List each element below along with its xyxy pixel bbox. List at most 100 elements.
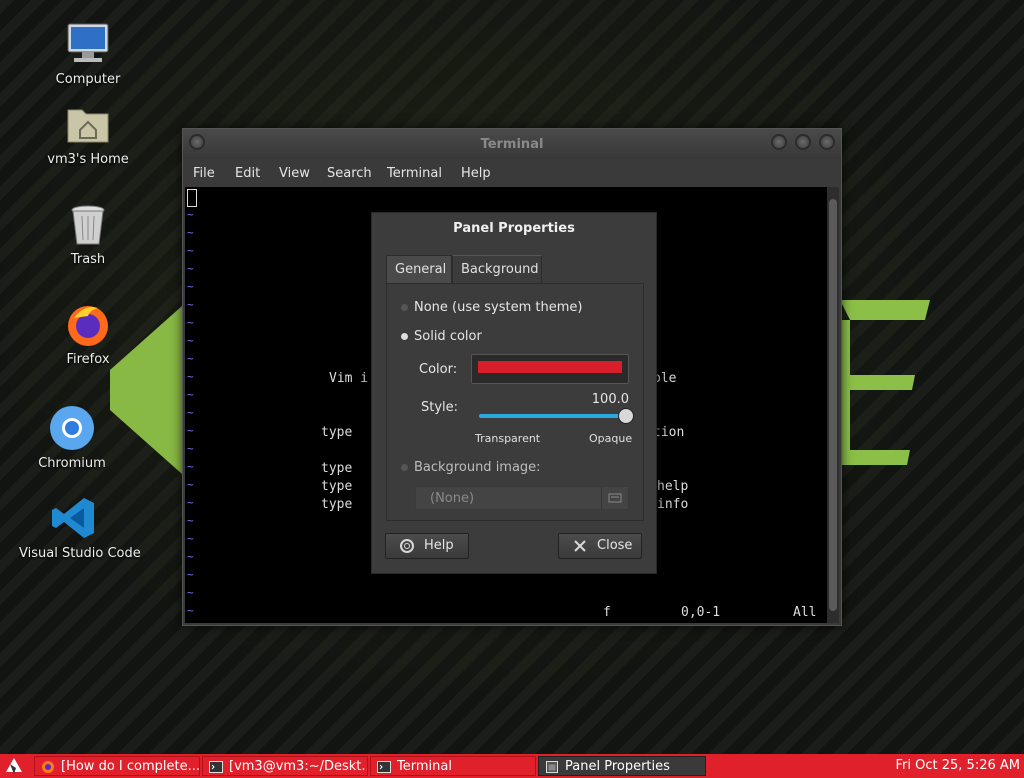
desktop-icon-firefox[interactable]: Firefox <box>33 300 143 367</box>
vim-intro-line: type <box>321 461 353 476</box>
menu-search[interactable]: Search <box>327 166 372 181</box>
radio-background-image[interactable]: Background image: <box>401 460 541 475</box>
vim-intro-line-end: info <box>657 497 689 512</box>
taskbar-item-terminal-session[interactable]: [vm3@vm3:~/Deskt... <box>202 756 368 776</box>
maximize-button[interactable] <box>795 134 811 150</box>
close-button[interactable]: Close <box>558 533 642 559</box>
vim-intro-line: type <box>321 497 353 512</box>
vim-tilde: ~ <box>187 424 194 437</box>
close-window-button[interactable] <box>819 134 835 150</box>
scrollbar-thumb[interactable] <box>829 199 837 611</box>
menu-terminal[interactable]: Terminal <box>387 166 442 181</box>
color-label: Color: <box>419 362 458 377</box>
radio-solid-color[interactable]: Solid color <box>401 329 482 344</box>
style-label: Style: <box>421 400 459 415</box>
desktop-icon-label: Visual Studio Code <box>19 546 141 561</box>
vim-tilde: ~ <box>187 496 194 509</box>
radio-label: None (use system theme) <box>414 300 583 315</box>
taskbar-item-label: [How do I complete... <box>61 759 200 774</box>
slider-min-label: Transparent <box>475 432 541 445</box>
help-button[interactable]: Help <box>385 533 469 559</box>
vim-tilde: ~ <box>187 370 194 383</box>
trash-icon <box>71 205 105 245</box>
vim-tilde: ~ <box>187 442 194 455</box>
window-icon <box>546 761 558 773</box>
radio-none-system-theme[interactable]: None (use system theme) <box>401 300 582 315</box>
main-menu-icon[interactable] <box>4 756 24 776</box>
file-chooser-value: (None) <box>430 491 475 506</box>
desktop-icon-chromium[interactable]: Chromium <box>17 404 127 471</box>
vim-tilde: ~ <box>187 352 194 365</box>
terminal-menubar: File Edit View Search Terminal Help <box>183 159 841 187</box>
vim-tilde: ~ <box>187 550 194 563</box>
vim-tilde: ~ <box>187 586 194 599</box>
menu-view[interactable]: View <box>279 166 310 181</box>
menu-edit[interactable]: Edit <box>235 166 260 181</box>
terminal-titlebar[interactable]: Terminal <box>183 129 841 159</box>
radio-indicator <box>401 333 408 340</box>
minimize-button[interactable] <box>771 134 787 150</box>
vim-status-scroll: All <box>793 605 817 620</box>
taskbar-item-browser[interactable]: [How do I complete... <box>34 756 200 776</box>
menu-help[interactable]: Help <box>461 166 491 181</box>
terminal-icon <box>209 761 223 773</box>
tab-general[interactable]: General <box>386 255 452 283</box>
tab-background[interactable]: Background <box>452 255 542 283</box>
text-cursor <box>187 189 197 207</box>
open-folder-icon <box>608 493 622 503</box>
home-folder-icon <box>67 109 109 143</box>
vim-tilde: ~ <box>187 478 194 491</box>
taskbar-item-label: Terminal <box>397 759 452 774</box>
vim-status-position: 0,0-1 <box>681 605 721 620</box>
taskbar-clock[interactable]: Fri Oct 25, 5:26 AM <box>896 756 1020 776</box>
vim-tilde: ~ <box>187 532 194 545</box>
help-button-label: Help <box>424 538 454 553</box>
vscode-icon <box>52 498 94 538</box>
color-swatch <box>478 361 622 373</box>
desktop-icon-label: Trash <box>70 252 106 267</box>
background-tab-pane: None (use system theme) Solid color Colo… <box>386 283 644 521</box>
slider-handle[interactable] <box>618 408 634 424</box>
taskbar-item-panel-properties[interactable]: Panel Properties <box>538 756 706 776</box>
chromium-icon <box>50 406 94 450</box>
radio-label: Solid color <box>414 329 482 344</box>
terminal-title: Terminal <box>480 137 544 152</box>
vim-tilde: ~ <box>187 604 194 617</box>
radio-indicator <box>401 464 408 471</box>
menu-file[interactable]: File <box>193 166 215 181</box>
vim-intro-line-end: tion <box>653 425 685 440</box>
style-slider[interactable] <box>479 408 634 424</box>
dialog-title: Panel Properties <box>453 221 575 236</box>
radio-indicator <box>401 304 408 311</box>
panel-properties-dialog[interactable]: Panel Properties General Background None… <box>371 212 657 574</box>
close-button-label: Close <box>597 538 633 553</box>
slider-fill <box>479 414 625 418</box>
radio-label: Background image: <box>414 460 541 475</box>
color-picker-button[interactable] <box>471 354 629 384</box>
desktop-icon-computer[interactable]: Computer <box>33 20 143 87</box>
close-icon <box>574 540 586 552</box>
style-slider-value: 100.0 <box>591 392 629 407</box>
file-chooser-button[interactable] <box>601 487 628 509</box>
desktop-icon-label: vm3's Home <box>47 152 129 167</box>
vim-tilde: ~ <box>187 460 194 473</box>
taskbar: [How do I complete... [vm3@vm3:~/Deskt..… <box>0 754 1024 778</box>
vim-tilde: ~ <box>187 226 194 239</box>
terminal-scrollbar[interactable] <box>827 187 839 623</box>
desktop-icon-home[interactable]: vm3's Home <box>33 100 143 167</box>
vim-tilde: ~ <box>187 298 194 311</box>
desktop-icon-label: Chromium <box>38 456 106 471</box>
vim-tilde: ~ <box>187 316 194 329</box>
vim-tilde: ~ <box>187 280 194 293</box>
firefox-icon <box>42 761 54 773</box>
vim-intro-line: type <box>321 425 353 440</box>
vim-intro-line: Vim i <box>329 371 369 386</box>
taskbar-item-terminal[interactable]: Terminal <box>370 756 536 776</box>
vim-tilde: ~ <box>187 208 194 221</box>
background-image-chooser[interactable]: (None) <box>415 486 629 510</box>
vim-tilde: ~ <box>187 406 194 419</box>
desktop-icon-trash[interactable]: Trash <box>33 200 143 267</box>
desktop-icon-vscode[interactable]: Visual Studio Code <box>19 494 141 561</box>
vim-intro-line: type <box>321 479 353 494</box>
taskbar-item-label: Panel Properties <box>565 759 670 774</box>
